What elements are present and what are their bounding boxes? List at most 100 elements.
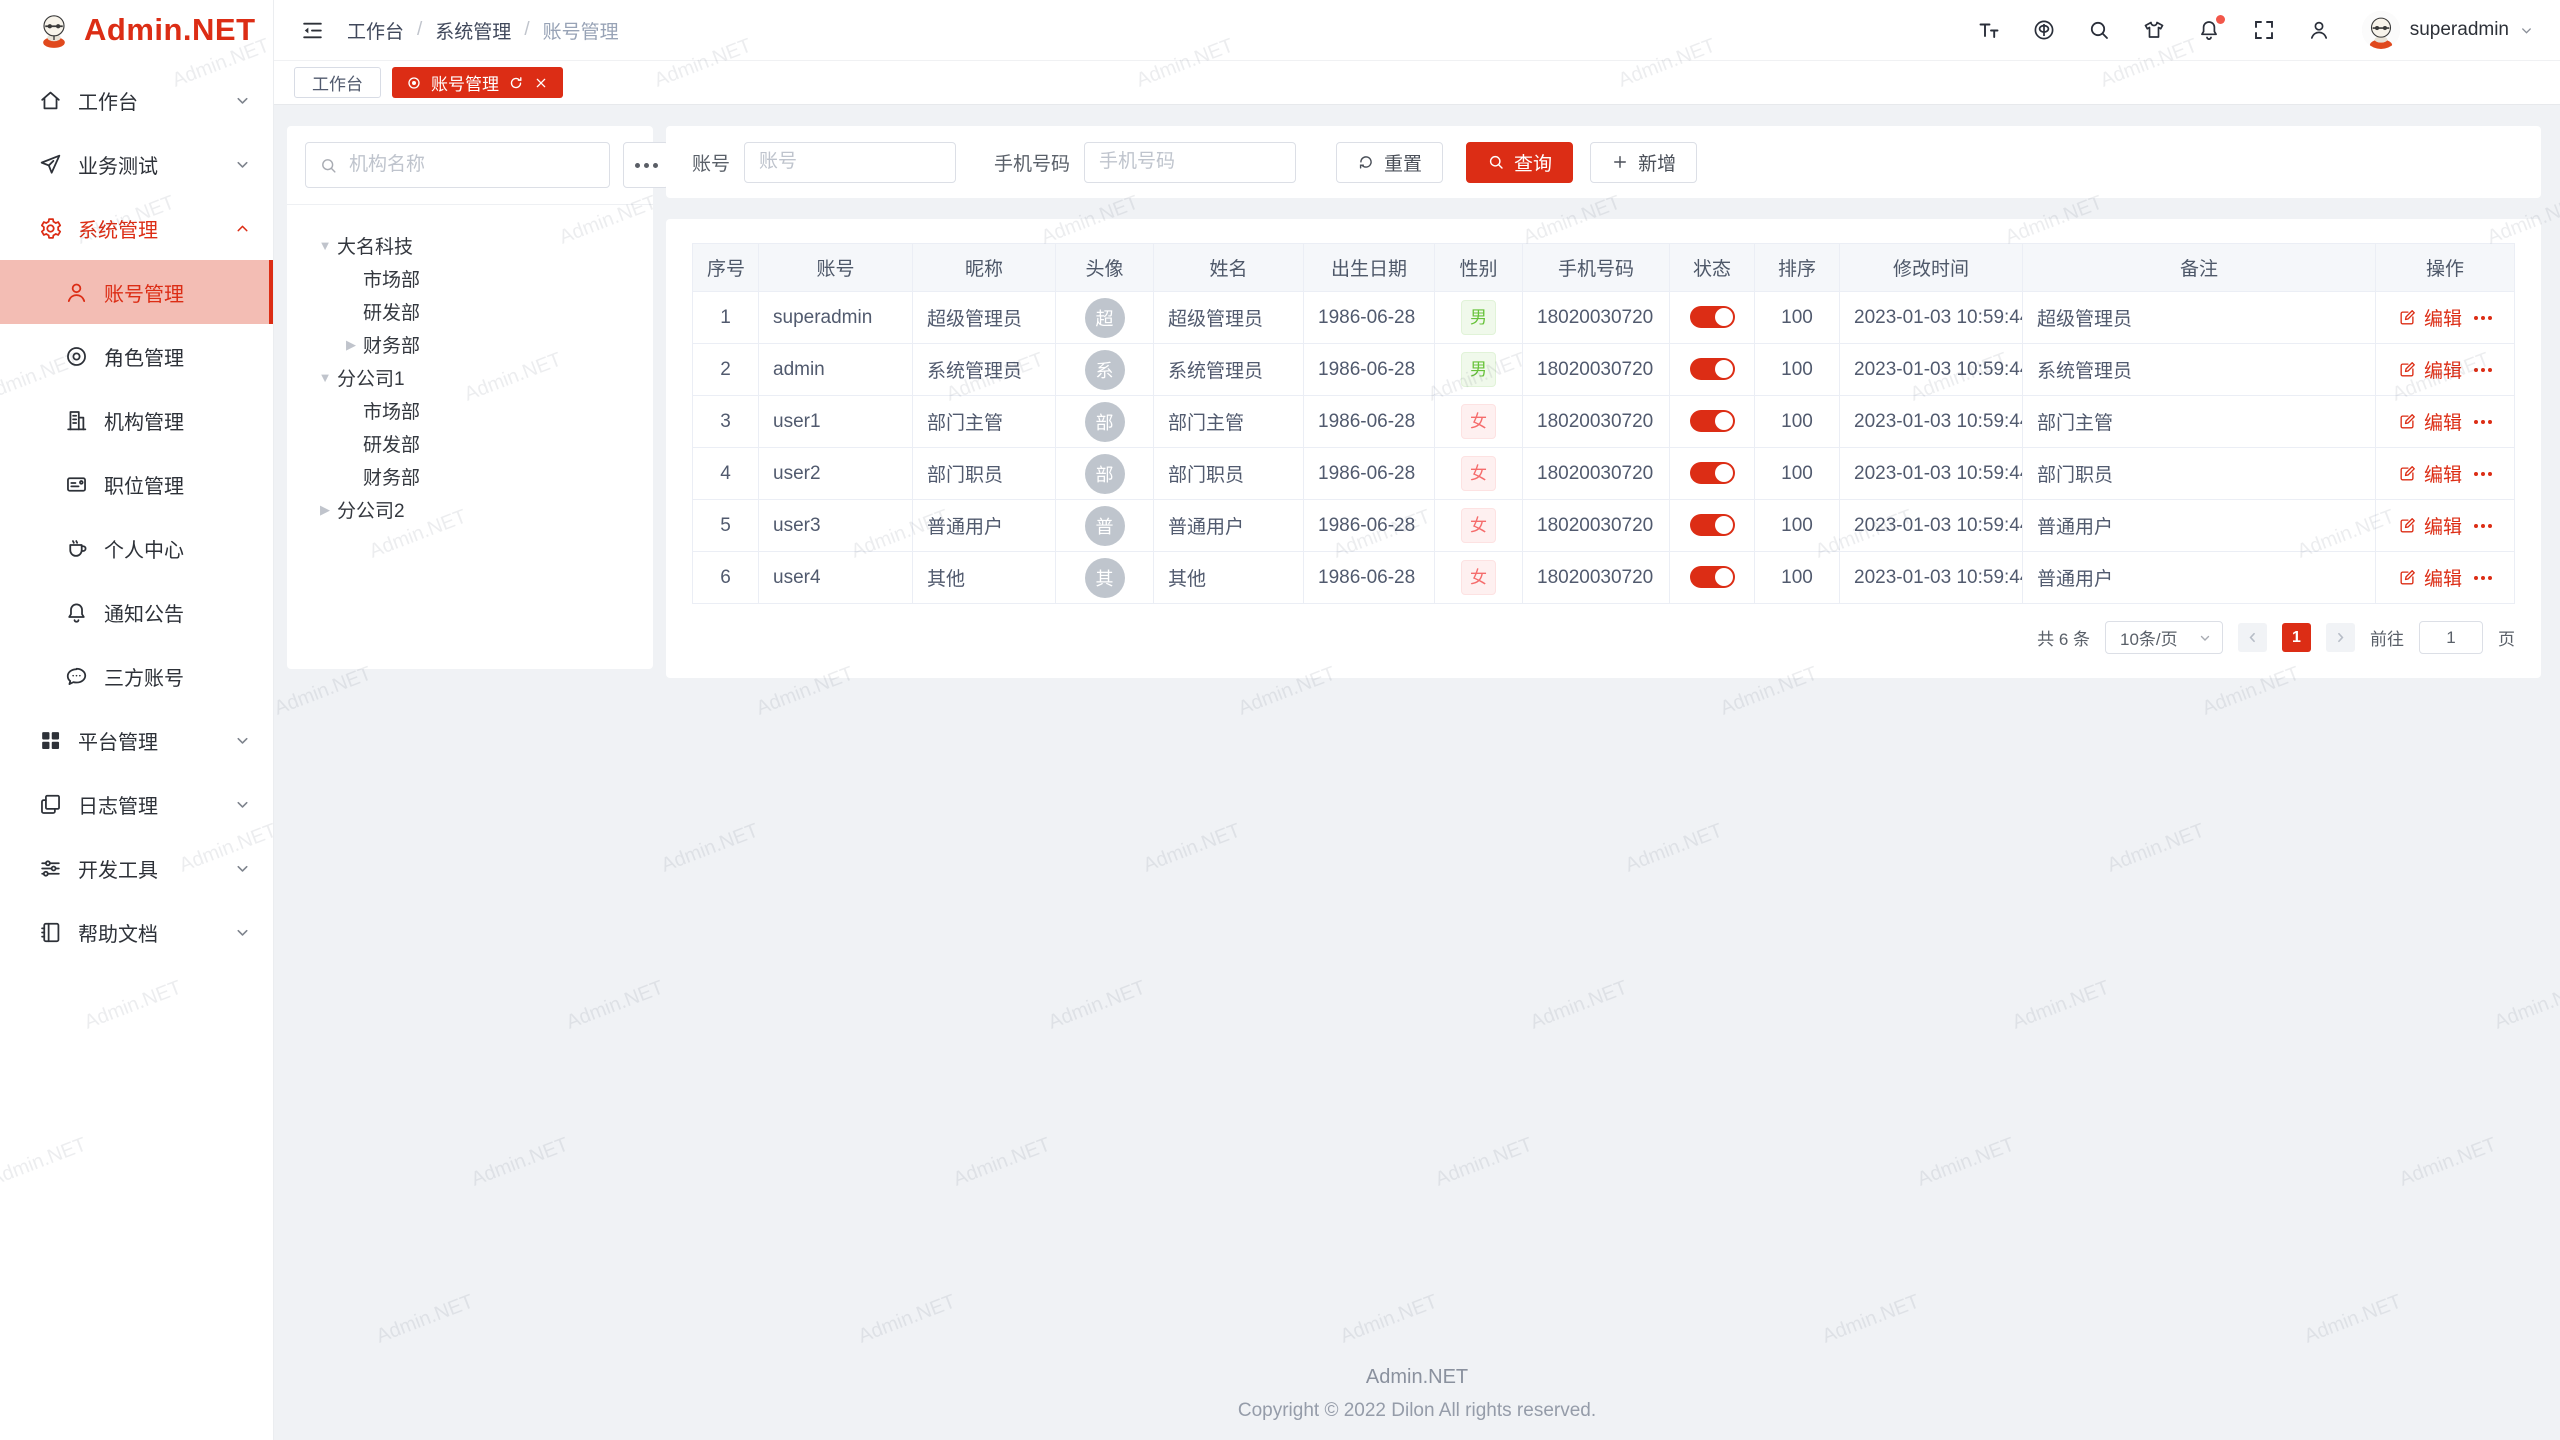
chat-icon <box>64 664 89 689</box>
close-icon[interactable] <box>533 75 549 91</box>
tree-node-财务部[interactable]: ▶财务部 <box>299 328 641 361</box>
sidebar-item-工作台[interactable]: 工作台 <box>0 68 273 132</box>
breadcrumb-item[interactable]: 账号管理 <box>543 17 619 44</box>
profile-icon[interactable] <box>2307 18 2331 42</box>
fullscreen-icon[interactable] <box>2252 18 2276 42</box>
edit-button[interactable]: 编辑 <box>2398 460 2462 487</box>
gender-badge: 男 <box>1461 300 1496 335</box>
page-number-current[interactable]: 1 <box>2282 623 2311 652</box>
collapse-menu-icon[interactable] <box>300 18 325 43</box>
status-toggle[interactable] <box>1690 358 1735 380</box>
sidebar-item-通知公告[interactable]: 通知公告 <box>0 580 273 644</box>
status-toggle[interactable] <box>1690 306 1735 328</box>
theme-icon[interactable] <box>2142 18 2166 42</box>
reset-button[interactable]: 重置 <box>1336 142 1443 183</box>
cell-operations: 编辑 <box>2376 552 2515 604</box>
more-actions-button[interactable] <box>2474 468 2492 480</box>
more-actions-button[interactable] <box>2474 416 2492 428</box>
search-icon[interactable] <box>2087 18 2111 42</box>
org-search-input[interactable] <box>347 153 596 177</box>
sidebar-item-机构管理[interactable]: 机构管理 <box>0 388 273 452</box>
cell-birth-date: 1986-06-28 <box>1304 552 1435 604</box>
table-row: 5user3普通用户普普通用户1986-06-28女18020030720100… <box>693 500 2515 552</box>
more-actions-button[interactable] <box>2474 520 2492 532</box>
user-menu[interactable]: superadmin <box>2362 11 2534 49</box>
cell-modified-time: 2023-01-03 10:59:44 <box>1840 552 2023 604</box>
status-toggle[interactable] <box>1690 514 1735 536</box>
page-size-select[interactable]: 10条/页 <box>2105 621 2223 654</box>
table-panel: 序号账号昵称头像姓名出生日期性别手机号码状态排序修改时间备注操作 1supera… <box>666 219 2541 678</box>
caret-right-icon[interactable]: ▶ <box>313 502 337 518</box>
more-actions-button[interactable] <box>2474 572 2492 584</box>
more-actions-button[interactable] <box>2474 312 2492 324</box>
breadcrumb-separator: / <box>524 19 529 41</box>
account-input[interactable] <box>744 142 956 183</box>
tree-node-分公司2[interactable]: ▶分公司2 <box>299 493 641 526</box>
sidebar-item-label: 机构管理 <box>104 406 251 435</box>
breadcrumb-item[interactable]: 系统管理 <box>435 17 511 44</box>
footer-brand: Admin.NET <box>274 1366 2560 1389</box>
sidebar-item-系统管理[interactable]: 系统管理 <box>0 196 273 260</box>
tree-node-分公司1[interactable]: ▼分公司1 <box>299 361 641 394</box>
next-page-button[interactable] <box>2326 623 2355 652</box>
caret-right-icon[interactable]: ▶ <box>339 337 363 353</box>
sidebar-item-个人中心[interactable]: 个人中心 <box>0 516 273 580</box>
sidebar-item-账号管理[interactable]: 账号管理 <box>0 260 273 324</box>
tree-node-研发部[interactable]: 研发部 <box>299 427 641 460</box>
more-options-button[interactable] <box>623 142 669 188</box>
notebook-icon <box>38 920 63 945</box>
sidebar-item-三方账号[interactable]: 三方账号 <box>0 644 273 708</box>
language-icon[interactable] <box>2032 18 2056 42</box>
font-size-icon[interactable] <box>1977 18 2001 42</box>
office-icon <box>64 408 89 433</box>
phone-input[interactable] <box>1084 142 1296 183</box>
sidebar-item-职位管理[interactable]: 职位管理 <box>0 452 273 516</box>
status-toggle[interactable] <box>1690 462 1735 484</box>
caret-down-icon[interactable]: ▼ <box>313 238 337 253</box>
sidebar-item-帮助文档[interactable]: 帮助文档 <box>0 900 273 964</box>
sidebar-item-角色管理[interactable]: 角色管理 <box>0 324 273 388</box>
cell-operations: 编辑 <box>2376 396 2515 448</box>
column-header-出生日期: 出生日期 <box>1304 244 1435 292</box>
tree-node-市场部[interactable]: 市场部 <box>299 262 641 295</box>
tab-workbench[interactable]: 工作台 <box>294 67 381 98</box>
edit-button[interactable]: 编辑 <box>2398 512 2462 539</box>
prev-page-button[interactable] <box>2238 623 2267 652</box>
sidebar-item-平台管理[interactable]: 平台管理 <box>0 708 273 772</box>
app-root: Admin.NET 工作台业务测试系统管理账号管理角色管理机构管理职位管理个人中… <box>0 0 2560 1440</box>
cell-nickname: 部门职员 <box>913 448 1056 500</box>
edit-button[interactable]: 编辑 <box>2398 304 2462 331</box>
edit-button[interactable]: 编辑 <box>2398 564 2462 591</box>
refresh-icon[interactable] <box>508 75 524 91</box>
table-row: 1superadmin超级管理员超超级管理员1986-06-28男1802003… <box>693 292 2515 344</box>
column-header-修改时间: 修改时间 <box>1840 244 2023 292</box>
sidebar-item-业务测试[interactable]: 业务测试 <box>0 132 273 196</box>
tree-node-财务部[interactable]: 财务部 <box>299 460 641 493</box>
column-header-排序: 排序 <box>1755 244 1840 292</box>
tree-node-研发部[interactable]: 研发部 <box>299 295 641 328</box>
column-header-账号: 账号 <box>759 244 913 292</box>
row-actions: 编辑 <box>2390 512 2500 539</box>
edit-button[interactable]: 编辑 <box>2398 408 2462 435</box>
cell-avatar: 普 <box>1056 500 1154 552</box>
cell-avatar: 其 <box>1056 552 1154 604</box>
plus-icon <box>1611 153 1629 171</box>
tree-node-市场部[interactable]: 市场部 <box>299 394 641 427</box>
status-toggle[interactable] <box>1690 566 1735 588</box>
status-toggle[interactable] <box>1690 410 1735 432</box>
caret-down-icon[interactable]: ▼ <box>313 370 337 385</box>
edit-button[interactable]: 编辑 <box>2398 356 2462 383</box>
breadcrumb-item[interactable]: 工作台 <box>347 17 404 44</box>
tab-label: 工作台 <box>312 70 363 95</box>
row-actions: 编辑 <box>2390 304 2500 331</box>
notification-icon[interactable] <box>2197 18 2221 42</box>
sidebar-item-日志管理[interactable]: 日志管理 <box>0 772 273 836</box>
tab-account-management[interactable]: 账号管理 <box>392 67 563 98</box>
goto-page-input[interactable] <box>2419 621 2483 654</box>
more-actions-button[interactable] <box>2474 364 2492 376</box>
add-button[interactable]: 新增 <box>1590 142 1697 183</box>
cell-birth-date: 1986-06-28 <box>1304 500 1435 552</box>
tree-node-大名科技[interactable]: ▼大名科技 <box>299 229 641 262</box>
sidebar-item-开发工具[interactable]: 开发工具 <box>0 836 273 900</box>
query-button[interactable]: 查询 <box>1466 142 1573 183</box>
